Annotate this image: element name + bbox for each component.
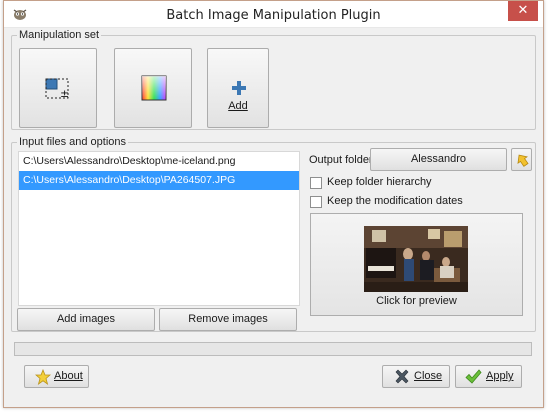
plugin-window: Batch Image Manipulation Plugin ✕ Manipu… — [3, 0, 544, 408]
svg-text:±: ± — [60, 87, 69, 100]
keep-dates-checkbox[interactable] — [310, 196, 322, 208]
file-row[interactable]: C:\Users\Alessandro\Desktop\me-iceland.p… — [19, 152, 299, 171]
window-title: Batch Image Manipulation Plugin — [166, 8, 381, 23]
file-row-selected[interactable]: C:\Users\Alessandro\Desktop\PA264507.JPG — [19, 171, 299, 190]
keep-hierarchy-label: Keep folder hierarchy — [327, 176, 432, 188]
resize-tool-button[interactable]: ± — [19, 48, 97, 128]
keep-dates-label: Keep the modification dates — [327, 195, 463, 207]
output-folder-label: Output folder — [309, 154, 373, 166]
apply-label: Apply — [486, 370, 514, 382]
about-label: About — [54, 370, 83, 382]
open-folder-button[interactable] — [511, 148, 532, 171]
resize-icon: ± — [45, 78, 69, 100]
output-folder-button[interactable]: Alessandro — [370, 148, 507, 171]
file-list[interactable]: C:\Users\Alessandro\Desktop\me-iceland.p… — [18, 151, 300, 306]
close-icon — [395, 369, 409, 384]
remove-images-button[interactable]: Remove images — [159, 308, 297, 331]
window-close-button[interactable]: ✕ — [508, 1, 538, 21]
preview-image — [364, 226, 468, 292]
color-tool-button[interactable] — [114, 48, 192, 128]
star-icon — [35, 369, 51, 385]
add-icon — [232, 81, 246, 95]
title-bar: Batch Image Manipulation Plugin ✕ — [4, 1, 543, 28]
progress-bar — [14, 342, 532, 356]
close-label: Close — [414, 370, 443, 382]
add-images-button[interactable]: Add images — [17, 308, 155, 331]
keep-hierarchy-checkbox[interactable] — [310, 177, 322, 189]
apply-button[interactable]: Apply — [455, 365, 522, 388]
input-files-label: Input files and options — [17, 136, 129, 149]
color-palette-icon — [141, 75, 167, 101]
close-icon: ✕ — [517, 3, 529, 18]
add-tool-button[interactable]: Add — [207, 48, 269, 128]
preview-button[interactable]: Click for preview — [310, 213, 523, 316]
manipulation-set-group: Manipulation set ± Add — [11, 29, 536, 130]
add-tool-label: Add — [228, 100, 248, 112]
close-button[interactable]: Close — [382, 365, 450, 388]
preview-caption: Click for preview — [376, 295, 457, 307]
input-files-group: Input files and options C:\Users\Alessan… — [11, 136, 536, 332]
checkmark-icon — [465, 369, 482, 384]
about-button[interactable]: About — [24, 365, 89, 388]
arrow-icon — [517, 154, 529, 167]
manipulation-set-label: Manipulation set — [17, 29, 102, 42]
